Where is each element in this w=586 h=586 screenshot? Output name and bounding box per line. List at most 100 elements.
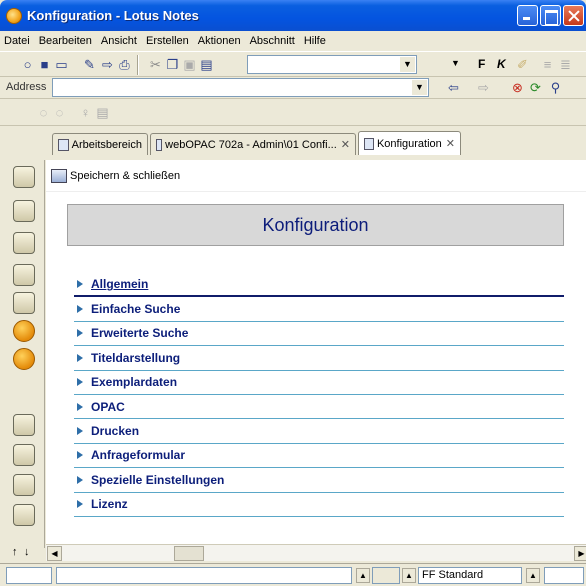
section-label: Lizenz [91, 497, 128, 512]
inbox-status-icon[interactable] [544, 567, 584, 584]
expand-triangle-icon [77, 500, 83, 509]
database-icon[interactable] [13, 292, 35, 314]
paste-icon[interactable]: ▣ [182, 57, 197, 72]
expand-triangle-icon [77, 353, 83, 362]
databases-icon[interactable] [13, 444, 35, 466]
close-icon [564, 6, 583, 25]
save-and-close-button[interactable]: Speichern & schließen [51, 168, 180, 183]
address-input[interactable]: ▼ [52, 78, 429, 97]
calendar-icon[interactable] [13, 200, 35, 222]
tab-label: Arbeitsbereich [71, 138, 142, 151]
section-einfache-suche[interactable]: Einfache Suche [74, 297, 564, 322]
config-section-list: Allgemein Einfache Suche Erweiterte Such… [74, 273, 564, 517]
menu-datei[interactable]: Datei [4, 35, 30, 47]
contacts-icon[interactable] [13, 232, 35, 254]
replicator-icon[interactable] [13, 320, 35, 342]
italic-button[interactable]: K [497, 57, 506, 71]
scroll-left-icon[interactable]: ◀ [47, 546, 62, 561]
refresh-circle-icon[interactable]: ○ [20, 57, 35, 72]
status-signal-field[interactable] [6, 567, 52, 584]
forward-arrow-icon[interactable]: ⇨ [476, 80, 491, 95]
close-button[interactable] [563, 5, 584, 26]
expand-triangle-icon [77, 402, 83, 411]
menu-erstellen[interactable]: Erstellen [146, 35, 189, 47]
mail-icon[interactable] [13, 166, 35, 188]
menu-ansicht[interactable]: Ansicht [101, 35, 137, 47]
maximize-button[interactable] [540, 5, 561, 26]
search-icon[interactable]: ⚲ [548, 80, 563, 95]
font-status-field[interactable]: FF Standard [418, 567, 522, 584]
todo-icon[interactable] [13, 264, 35, 286]
menu-aktionen[interactable]: Aktionen [198, 35, 241, 47]
up-arrow-icon[interactable]: ↑ [12, 546, 18, 558]
print-icon[interactable]: ⎙ [117, 57, 132, 72]
scrollbar-thumb[interactable] [174, 546, 204, 561]
chevron-down-icon: ▼ [400, 57, 415, 72]
back-arrow-icon[interactable]: ⇦ [446, 80, 461, 95]
forward-icon[interactable]: ⇨ [100, 57, 115, 72]
menu-abschnitt[interactable]: Abschnitt [250, 35, 295, 47]
open-folder-icon[interactable]: ▭ [54, 57, 69, 72]
section-lizenz[interactable]: Lizenz [74, 493, 564, 517]
section-allgemein[interactable]: Allgemein [74, 273, 564, 298]
location-icon[interactable] [372, 567, 400, 584]
close-icon[interactable]: ✕ [341, 138, 350, 151]
section-label: Spezielle Einstellungen [91, 472, 225, 487]
expand-triangle-icon [77, 475, 83, 484]
section-label: Drucken [91, 424, 140, 439]
section-drucken[interactable]: Drucken [74, 419, 564, 444]
horizontal-scrollbar[interactable]: ◀ ▶ [46, 544, 586, 561]
section-erweiterte-suche[interactable]: Erweiterte Suche [74, 322, 564, 347]
highlighter-icon[interactable]: ✐ [515, 57, 530, 72]
bookmark-bar [0, 160, 45, 548]
chat-icon[interactable]: ◌ [36, 105, 51, 120]
down-arrow-icon[interactable]: ↓ [24, 546, 30, 558]
chevron-up-icon[interactable]: ▲ [526, 568, 540, 583]
people-icon[interactable]: ◌ [52, 105, 67, 120]
address-label: Address [6, 81, 47, 93]
tab-arbeitsbereich[interactable]: Arbeitsbereich [52, 133, 148, 155]
chevron-up-icon[interactable]: ▲ [402, 568, 416, 583]
section-titeldarstellung[interactable]: Titeldarstellung [74, 346, 564, 371]
more-bookmarks-icon[interactable] [13, 474, 35, 496]
user-icon[interactable]: ♀ [78, 105, 93, 120]
stop-icon[interactable]: ⊗ [510, 80, 525, 95]
save-icon[interactable]: ■ [37, 57, 52, 72]
section-anfrageformular[interactable]: Anfrageformular [74, 444, 564, 469]
internet-icon[interactable] [13, 348, 35, 370]
workspace-icon[interactable] [13, 504, 35, 526]
tab-konfiguration[interactable]: Konfiguration ✕ [358, 131, 461, 155]
chevron-down-icon: ▼ [412, 80, 427, 95]
numbered-list-icon[interactable]: ≣ [558, 57, 573, 72]
minimize-button[interactable] [517, 5, 538, 26]
discussion-toolbar: ◌ ◌ ♀ ▤ [0, 100, 586, 126]
section-spezielle-einstellungen[interactable]: Spezielle Einstellungen [74, 468, 564, 493]
menu-hilfe[interactable]: Hilfe [304, 35, 326, 47]
section-opac[interactable]: OPAC [74, 395, 564, 420]
close-icon[interactable]: ✕ [446, 137, 455, 150]
address-toolbar: Address ▼ ⇦ ⇨ ⊗ ⟳ ⚲ [0, 77, 586, 99]
tab-webopac[interactable]: webOPAC 702a - Admin\01 Confi... ✕ [150, 133, 356, 155]
edit-icon[interactable]: ✎ [82, 57, 97, 72]
paste-special-icon[interactable]: ▤ [199, 57, 214, 72]
bold-button[interactable]: F [478, 57, 485, 71]
chevron-up-icon[interactable]: ▲ [356, 568, 370, 583]
favorites-icon[interactable] [13, 414, 35, 436]
scroll-right-icon[interactable]: ▶ [574, 546, 586, 561]
status-message-field[interactable] [56, 567, 352, 584]
menu-bearbeiten[interactable]: Bearbeiten [39, 35, 92, 47]
refresh-icon[interactable]: ⟳ [528, 80, 543, 95]
lotus-notes-app-icon [6, 7, 22, 24]
style-dropdown[interactable]: ▼ [247, 55, 417, 74]
chevron-down-icon: ▼ [448, 56, 463, 71]
tab-strip: Arbeitsbereich webOPAC 702a - Admin\01 C… [0, 126, 586, 158]
bullet-list-icon[interactable]: ≡ [540, 57, 555, 72]
expand-triangle-icon [77, 329, 83, 338]
expand-triangle-icon [77, 451, 83, 460]
font-size-dropdown[interactable]: ▼ [424, 55, 464, 74]
section-exemplardaten[interactable]: Exemplardaten [74, 371, 564, 395]
cut-icon[interactable]: ✂ [148, 57, 163, 72]
copy-icon[interactable]: ❐ [165, 57, 180, 72]
tab-label: webOPAC 702a - Admin\01 Confi... [165, 138, 337, 151]
notes-icon[interactable]: ▤ [95, 105, 110, 120]
